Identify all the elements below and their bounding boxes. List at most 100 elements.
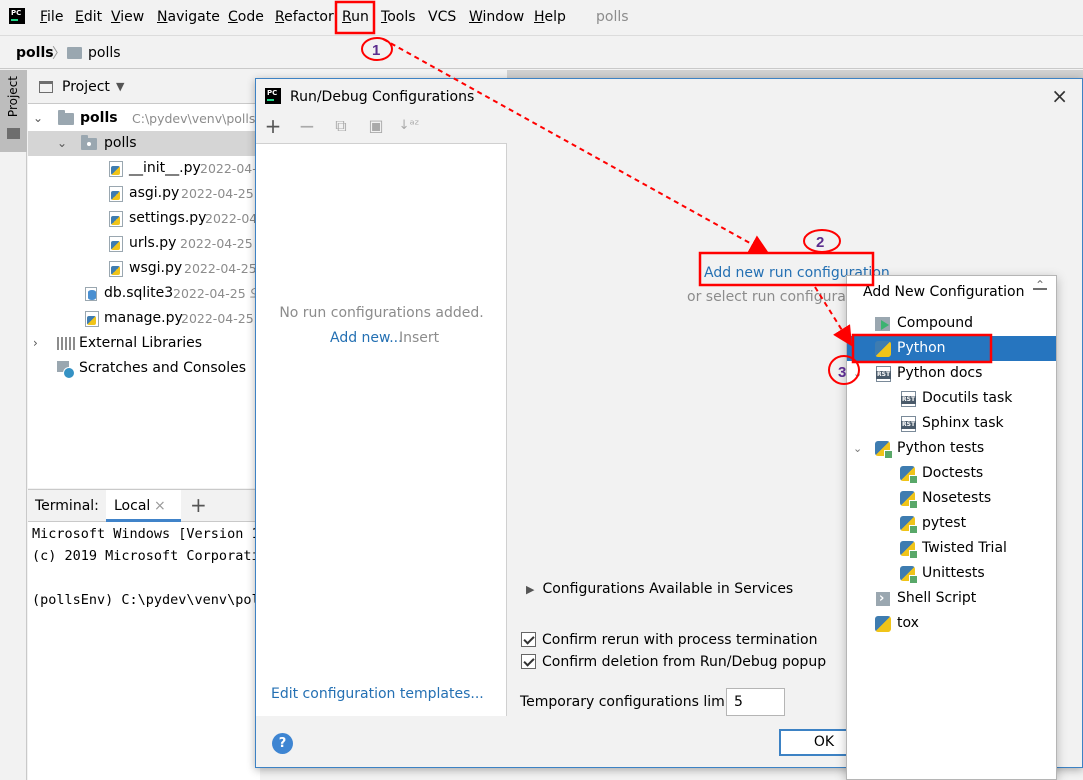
sort-icon[interactable]: ↓ᵃᶻ	[397, 114, 421, 138]
rst-icon	[876, 366, 892, 382]
chevron-down-icon[interactable]: ▼	[116, 80, 124, 93]
terminal-header: Terminal: Local × +	[28, 490, 260, 522]
copy-icon[interactable]: ⧉	[329, 114, 353, 138]
menu-bar: PC File Edit View Navigate Code Refactor…	[0, 0, 1083, 34]
menu-code[interactable]: Code	[228, 9, 264, 26]
popup-item-compound[interactable]: Compound	[847, 311, 1056, 336]
add-icon[interactable]: +	[261, 114, 285, 138]
add-terminal-icon[interactable]: +	[190, 493, 207, 517]
chevron-down-icon[interactable]: ⌄	[33, 106, 43, 131]
remove-icon[interactable]: −	[295, 114, 319, 138]
chevron-down-icon[interactable]: ⌄	[853, 436, 862, 461]
tree-item-root[interactable]: ⌄ polls C:\pydev\venv\polls	[28, 106, 260, 131]
terminal-title: Terminal:	[35, 498, 99, 514]
menu-help[interactable]: Help	[534, 9, 566, 26]
python-file-icon	[108, 186, 123, 202]
menu-edit[interactable]: Edit	[75, 9, 102, 26]
popup-item-label: Doctests	[922, 465, 984, 481]
configurations-list-panel: + − ⧉ ▣ ↓ᵃᶻ No run configurations added.…	[256, 109, 507, 716]
project-panel: Project ▼ ⌄ polls C:\pydev\venv\polls ⌄ …	[28, 70, 260, 488]
chevron-down-icon[interactable]: ⌄	[853, 361, 862, 386]
menu-tools[interactable]: Tools	[381, 9, 416, 26]
tree-item-date: 2022-04-25	[205, 211, 260, 226]
chevron-right-icon[interactable]: ›	[33, 331, 38, 356]
services-section[interactable]: ▶ Configurations Available in Services	[526, 581, 793, 597]
menu-file[interactable]: File	[40, 9, 63, 26]
popup-item-sphinx[interactable]: Sphinx task	[847, 411, 1056, 436]
popup-item-python[interactable]: Python	[847, 336, 1056, 361]
tree-item-label: settings.py	[129, 210, 207, 226]
breadcrumb-child[interactable]: polls	[88, 45, 121, 61]
menu-run[interactable]: Run	[342, 9, 369, 26]
terminal-tab-local[interactable]: Local ×	[106, 490, 181, 522]
close-icon[interactable]: ×	[1051, 84, 1068, 108]
menu-navigate[interactable]: Navigate	[157, 9, 220, 26]
tree-item-file[interactable]: asgi.py 2022-04-25	[28, 181, 260, 206]
temp-limit-input[interactable]: 5	[726, 688, 785, 716]
popup-item-twisted-trial[interactable]: Twisted Trial	[847, 536, 1056, 561]
python-file-icon	[108, 236, 123, 252]
tree-item-label: asgi.py	[129, 185, 180, 201]
tree-item-file[interactable]: settings.py 2022-04-25	[28, 206, 260, 231]
python-file-icon	[84, 311, 99, 327]
tree-item-label: urls.py	[129, 235, 177, 251]
popup-item-label: tox	[897, 615, 919, 631]
help-icon[interactable]: ?	[272, 733, 293, 754]
popup-item-shell-script[interactable]: Shell Script	[847, 586, 1056, 611]
tree-item-file[interactable]: urls.py 2022-04-25 오	[28, 231, 260, 256]
terminal-line[interactable]: (pollsEnv) C:\pydev\venv\polls>	[32, 592, 284, 608]
python-file-icon	[108, 211, 123, 227]
popup-item-python-docs[interactable]: ⌄ Python docs	[847, 361, 1056, 386]
popup-item-label: Python	[897, 340, 946, 356]
popup-item-unittests[interactable]: Unittests	[847, 561, 1056, 586]
collapse-all-icon[interactable]	[1033, 278, 1047, 297]
shell-icon	[876, 586, 890, 611]
popup-item-nosetests[interactable]: Nosetests	[847, 486, 1056, 511]
popup-item-label: pytest	[922, 515, 967, 531]
popup-item-pytest[interactable]: pytest	[847, 511, 1056, 536]
tree-item-file[interactable]: manage.py 2022-04-25	[28, 306, 260, 331]
close-icon[interactable]: ×	[154, 498, 166, 514]
menu-view[interactable]: View	[111, 9, 144, 26]
temp-limit-label: Temporary configurations limit:	[520, 694, 739, 710]
edit-templates-link[interactable]: Edit configuration templates...	[271, 686, 484, 702]
popup-item-tox[interactable]: tox	[847, 611, 1056, 636]
add-new-link[interactable]: Add new...	[330, 330, 403, 346]
chevron-down-icon[interactable]: ⌄	[57, 131, 67, 156]
menu-refactor[interactable]: Refactor	[275, 9, 334, 26]
confirm-deletion-checkbox[interactable]: Confirm deletion from Run/Debug popup	[521, 654, 826, 670]
tree-item-label: __init__.py	[129, 160, 201, 176]
python-tests-icon	[900, 516, 918, 534]
breadcrumb-separator-icon: 〉	[52, 46, 66, 62]
tree-item-scratches[interactable]: Scratches and Consoles	[28, 356, 260, 381]
checkbox-checked-icon[interactable]	[521, 654, 536, 669]
tree-item-file[interactable]: wsgi.py 2022-04-25	[28, 256, 260, 281]
breadcrumb: polls 〉 polls	[0, 35, 1083, 69]
breadcrumb-root[interactable]: polls	[16, 45, 54, 61]
popup-item-python-tests[interactable]: ⌄ Python tests	[847, 436, 1056, 461]
project-tool-window-button[interactable]: Project	[0, 70, 27, 152]
tree-item-external-libraries[interactable]: › External Libraries	[28, 331, 260, 356]
project-view-icon	[39, 81, 53, 93]
tree-item-label: manage.py	[104, 310, 183, 326]
new-folder-icon[interactable]: ▣	[364, 114, 388, 138]
chevron-right-icon[interactable]: ▶	[526, 583, 534, 596]
popup-item-docutils[interactable]: Docutils task	[847, 386, 1056, 411]
tree-item-date: 2022-04-25	[181, 186, 254, 201]
python-tests-icon	[900, 491, 918, 509]
terminal-tab-label: Local	[114, 498, 151, 514]
popup-item-label: Unittests	[922, 565, 985, 581]
project-tool-label: Project	[6, 76, 20, 118]
tree-item-file[interactable]: db.sqlite3 2022-04-25 오	[28, 281, 260, 306]
terminal-panel: Terminal: Local × + Microsoft Windows [V…	[28, 489, 455, 780]
python-tests-icon	[875, 441, 893, 459]
checkbox-checked-icon[interactable]	[521, 632, 536, 647]
popup-item-doctests[interactable]: Doctests	[847, 461, 1056, 486]
project-view-selector[interactable]: Project	[62, 79, 110, 95]
menu-window[interactable]: Window	[469, 9, 524, 26]
confirm-rerun-checkbox[interactable]: Confirm rerun with process termination	[521, 632, 817, 648]
tree-item-file[interactable]: __init__.py 2022-04-25	[28, 156, 260, 181]
tree-item-package[interactable]: ⌄ polls	[28, 131, 260, 156]
project-panel-header: Project ▼	[28, 70, 260, 104]
menu-vcs[interactable]: VCS	[428, 9, 456, 26]
